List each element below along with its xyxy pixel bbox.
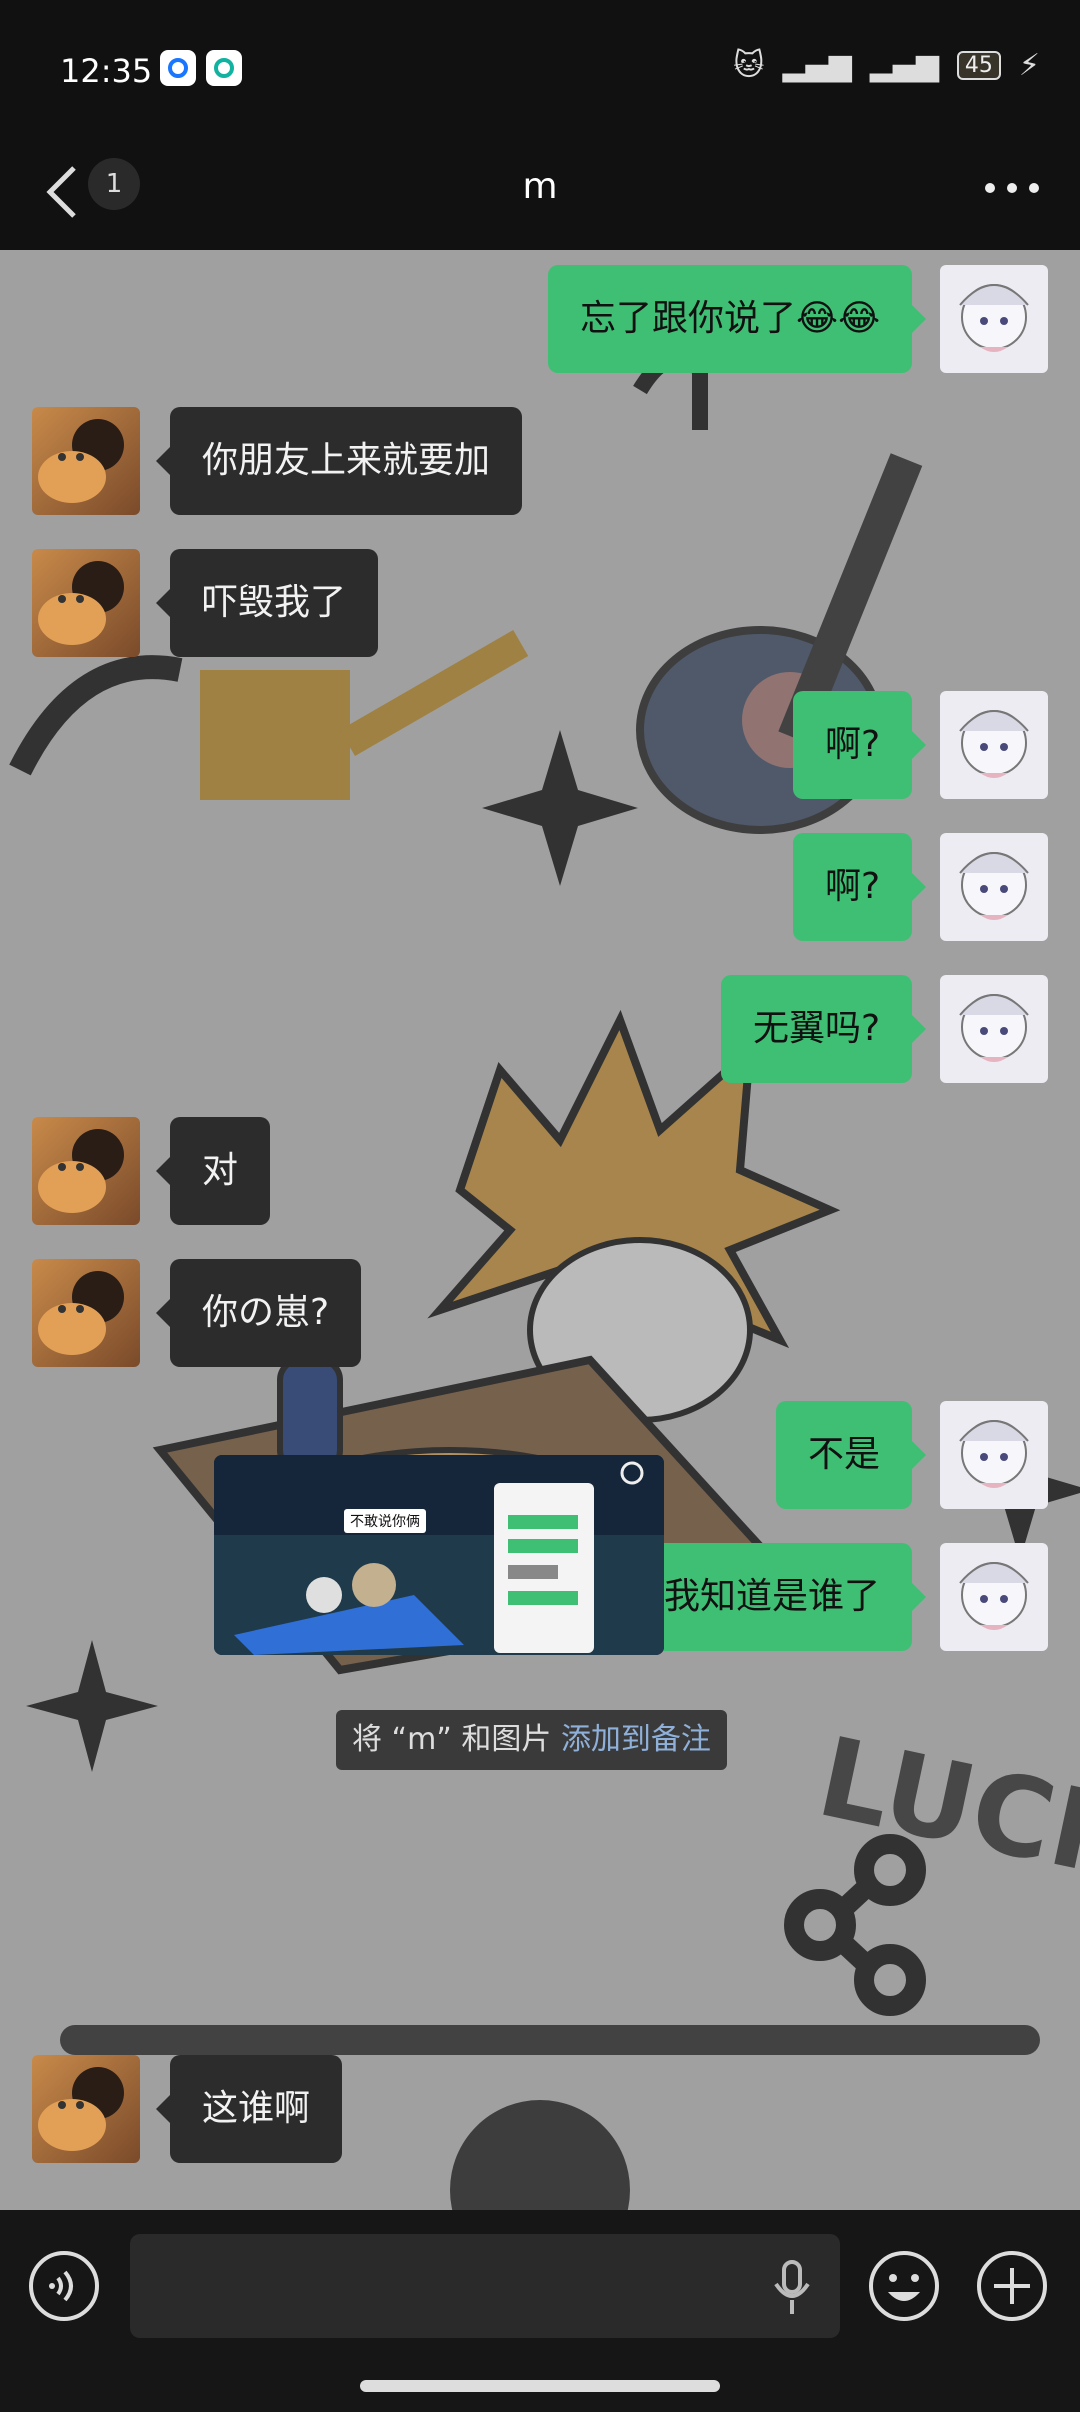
signal-icon: ▂▄▆ [869,48,939,83]
add-remark-link[interactable]: 添加到备注 [561,1722,711,1757]
image-message[interactable]: 不敢说你俩 [214,1455,664,1655]
avatar[interactable] [940,691,1048,799]
remark-suggestion: 将 “m” 和图片 添加到备注 [336,1710,727,1770]
charging-icon: ⚡ [1018,48,1040,83]
incoming-message[interactable]: 你の崽? [155,1259,362,1367]
outgoing-message[interactable]: 无翼吗? [721,975,927,1083]
image-tag: 不敢说你俩 [344,1509,426,1533]
status-bar: 12:35 🐱 ▂▄▆ ▂▄▆ 45 ⚡ [0,0,1080,140]
avatar[interactable] [32,2055,140,2163]
status-icons: 🐱 ▂▄▆ ▂▄▆ 45 ⚡ [733,48,1040,83]
voice-icon[interactable] [28,2250,100,2322]
avatar[interactable] [940,975,1048,1083]
incoming-message[interactable]: 吓毁我了 [155,549,379,657]
emoji-icon[interactable] [868,2250,940,2322]
app-notification-icon [206,50,242,86]
app-notification-icon [160,50,196,86]
avatar[interactable] [940,1401,1048,1509]
chat-title: m [522,166,558,207]
signal-icon: ▂▄▆ [782,48,852,83]
avatar[interactable] [32,1683,140,1791]
chat-area[interactable]: LUCK [0,250,1080,2210]
wallpaper-dim-overlay [0,250,1080,2210]
more-horizontal-icon[interactable] [982,180,1042,196]
avatar[interactable] [32,549,140,657]
status-time: 12:35 [60,52,153,90]
avatar[interactable] [32,1117,140,1225]
home-indicator[interactable] [360,2380,720,2392]
avatar[interactable] [32,407,140,515]
avatar[interactable] [940,1543,1048,1651]
incoming-message[interactable]: 这谁啊 [155,2055,343,2163]
outgoing-message[interactable]: 忘了跟你说了😂😂 [548,265,927,373]
incoming-message[interactable]: 对 [155,1117,271,1225]
outgoing-message[interactable]: 啊? [793,833,927,941]
cat-icon: 🐱 [733,48,765,83]
avatar[interactable] [940,833,1048,941]
plus-icon[interactable] [976,2250,1048,2322]
microphone-icon[interactable] [772,2260,812,2316]
input-bar [0,2210,1080,2412]
outgoing-message[interactable]: 我知道是谁了 [632,1543,927,1651]
avatar[interactable] [940,265,1048,373]
outgoing-message[interactable]: 不是 [776,1401,927,1509]
avatar[interactable] [32,1259,140,1367]
battery-icon: 45 [956,51,1001,80]
message-input[interactable] [130,2234,840,2338]
remark-suggestion-text: 将 “m” 和图片 [352,1722,552,1757]
incoming-message[interactable]: 你朋友上来就要加 [155,407,523,515]
outgoing-message[interactable]: 啊? [793,691,927,799]
